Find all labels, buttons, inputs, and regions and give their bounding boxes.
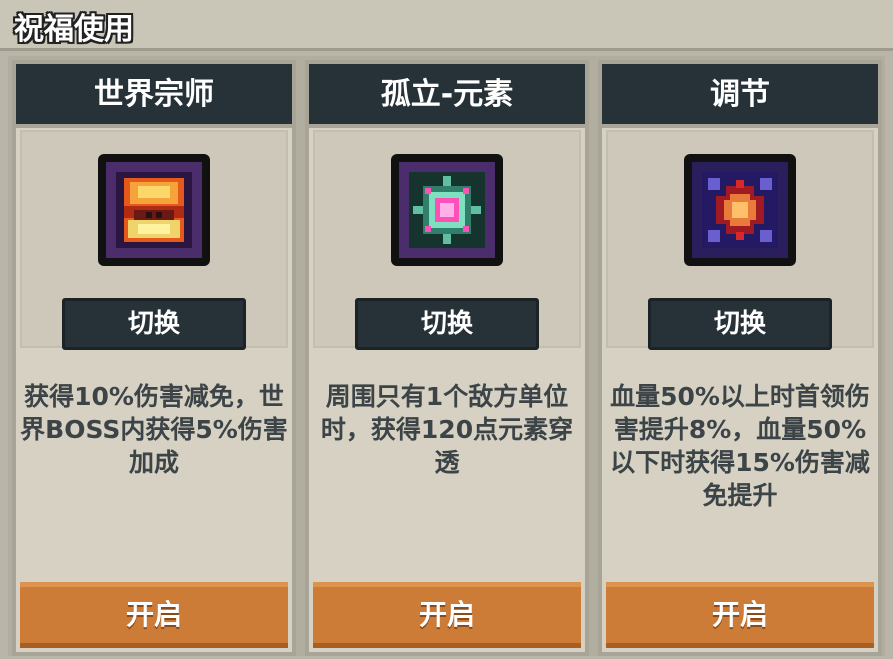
card-description: 获得10%伤害减免，世界BOSS内获得5%伤害加成 <box>20 382 288 477</box>
blessing-card-adjust: 调节 切换 血量50%以上时首领伤害提升8%，血量50%以下时获得15%伤害减免… <box>598 60 882 656</box>
card-header: 调节 <box>602 64 878 128</box>
card-title: 孤立-元素 <box>380 77 514 112</box>
open-button[interactable]: 开启 <box>313 582 581 648</box>
world-master-blessing-icon <box>98 154 210 266</box>
card-title: 世界宗师 <box>94 77 214 112</box>
switch-button[interactable]: 切换 <box>355 298 539 350</box>
adjust-blessing-icon <box>684 154 796 266</box>
blessing-card-world-master: 世界宗师 切换 获得10%伤害减免，世界BOSS内获得5%伤害加成 开启 <box>12 60 296 656</box>
open-button[interactable]: 开启 <box>606 582 874 648</box>
card-description: 血量50%以上时首领伤害提升8%，血量50%以下时获得15%伤害减免提升 <box>610 382 870 510</box>
blessing-card-isolated-element: 孤立-元素 切换 周围只有1个敌方单位时，获得120点元素穿透 开启 <box>305 60 589 656</box>
card-header: 世界宗师 <box>16 64 292 128</box>
title-bar: 祝福使用 <box>0 0 893 51</box>
page-title: 祝福使用 <box>14 12 134 47</box>
card-description: 周围只有1个敌方单位时，获得120点元素穿透 <box>320 382 574 477</box>
switch-button[interactable]: 切换 <box>62 298 246 350</box>
card-header: 孤立-元素 <box>309 64 585 128</box>
open-button[interactable]: 开启 <box>20 582 288 648</box>
switch-button[interactable]: 切换 <box>648 298 832 350</box>
card-title: 调节 <box>710 77 770 112</box>
isolated-element-blessing-icon <box>391 154 503 266</box>
